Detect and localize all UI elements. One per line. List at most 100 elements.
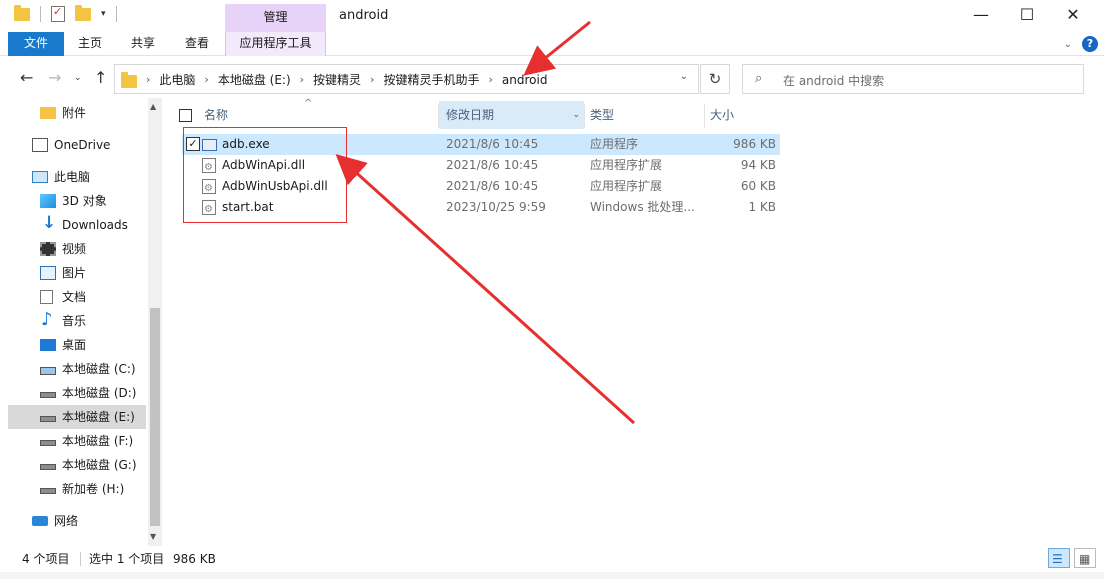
documents-icon [40, 290, 53, 304]
nav-item-drive-e[interactable]: 本地磁盘 (E:) [8, 405, 146, 429]
nav-item-label: Downloads [62, 218, 128, 232]
ribbon-controls: ⌄ ? [1064, 36, 1098, 52]
nav-item-drive-h[interactable]: 新加卷 (H:) [8, 477, 146, 501]
breadcrumb-separator-icon[interactable]: › [479, 73, 501, 86]
manage-tab[interactable]: 管理 [225, 4, 326, 32]
search-input[interactable]: ⌕ 在 android 中搜索 [742, 64, 1084, 94]
column-divider[interactable] [584, 104, 585, 128]
3d-objects-icon [40, 194, 56, 208]
breadcrumb-separator-icon[interactable]: › [137, 73, 159, 86]
breadcrumb-mobile-assistant[interactable]: 按键精灵手机助手 [383, 71, 479, 88]
breadcrumb-this-pc[interactable]: 此电脑 [159, 71, 195, 88]
nav-item-this-pc[interactable]: 此电脑 [8, 165, 146, 189]
folder-icon [14, 4, 30, 21]
nav-scrollbar[interactable]: ▲ ▼ [148, 98, 162, 546]
nav-item-drive-c[interactable]: 本地磁盘 (C:) [8, 357, 146, 381]
scroll-up-icon[interactable]: ▲ [150, 102, 156, 111]
nav-item-desktop[interactable]: 桌面 [8, 333, 146, 357]
nav-item-pictures[interactable]: 图片 [8, 261, 146, 285]
file-type: Windows 批处理... [590, 200, 695, 214]
nav-item-label: 附件 [62, 106, 87, 120]
column-header-size[interactable]: 大小 [710, 101, 780, 129]
file-size: 60 KB [740, 179, 776, 193]
video-icon [40, 242, 56, 256]
nav-item-documents[interactable]: 文档 [8, 285, 146, 309]
nav-item-downloads[interactable]: Downloads [8, 211, 146, 237]
quick-access-toolbar: ▾ [14, 4, 117, 22]
nav-item-videos[interactable]: 视频 [8, 237, 146, 261]
breadcrumb-android[interactable]: android [502, 73, 548, 87]
music-icon [40, 308, 56, 332]
search-icon: ⌕ [755, 71, 763, 86]
nav-item-3d-objects[interactable]: 3D 对象 [8, 189, 146, 213]
nav-item-label: 桌面 [62, 338, 87, 352]
nav-item-attachments[interactable]: 附件 [8, 101, 146, 125]
customize-toolbar-chevron-icon[interactable]: ▾ [101, 9, 106, 19]
tab-view[interactable]: 查看 [172, 32, 222, 56]
nav-item-music[interactable]: 音乐 [8, 308, 146, 333]
recent-locations-chevron-icon[interactable]: ⌄ [74, 73, 82, 83]
drive-icon [40, 416, 56, 422]
breadcrumb-separator-icon[interactable]: › [361, 73, 383, 86]
column-header-type[interactable]: 类型 [590, 101, 700, 129]
file-size: 94 KB [740, 158, 776, 172]
address-history-chevron-icon[interactable]: ⌄ [680, 71, 688, 82]
nav-item-drive-d[interactable]: 本地磁盘 (D:) [8, 381, 146, 405]
tab-file[interactable]: 文件 [8, 32, 64, 56]
breadcrumb-drive-e[interactable]: 本地磁盘 (E:) [218, 71, 291, 88]
expand-ribbon-chevron-icon[interactable]: ⌄ [1064, 39, 1072, 50]
drive-icon [40, 392, 56, 398]
nav-item-label: 网络 [54, 514, 79, 528]
nav-item-drive-g[interactable]: 本地磁盘 (G:) [8, 453, 146, 477]
breadcrumb-anjianjingling[interactable]: 按键精灵 [313, 71, 361, 88]
network-icon [32, 516, 48, 526]
up-button[interactable]: ↑ [94, 68, 107, 87]
nav-item-onedrive[interactable]: OneDrive [8, 133, 146, 157]
navigation-bar: ← → ⌄ ↑ › 此电脑 › 本地磁盘 (E:) › 按键精灵 › 按键精灵手… [0, 60, 1104, 96]
file-type: 应用程序扩展 [590, 158, 663, 172]
file-type: 应用程序扩展 [590, 179, 663, 193]
file-type: 应用程序 [590, 137, 639, 151]
nav-item-label: 文档 [62, 290, 87, 304]
column-divider[interactable] [704, 104, 705, 128]
column-header-label: 修改日期 [446, 108, 495, 122]
drive-c-icon [40, 367, 56, 375]
tab-application-tools[interactable]: 应用程序工具 [225, 32, 326, 56]
downloads-icon [40, 211, 56, 235]
nav-item-label: 3D 对象 [62, 194, 107, 208]
address-bar[interactable]: › 此电脑 › 本地磁盘 (E:) › 按键精灵 › 按键精灵手机助手 › an… [114, 64, 699, 94]
select-all-checkbox[interactable] [179, 109, 192, 122]
back-button[interactable]: ← [20, 68, 33, 87]
nav-item-label: 视频 [62, 242, 87, 256]
large-icons-view-button[interactable]: ▦ [1074, 548, 1096, 568]
help-icon[interactable]: ? [1082, 36, 1098, 52]
minimize-button[interactable]: — [958, 0, 1004, 30]
breadcrumb-separator-icon[interactable]: › [195, 73, 217, 86]
window-title: android [339, 8, 389, 23]
refresh-button[interactable]: ↻ [700, 64, 730, 94]
nav-item-label: OneDrive [54, 138, 111, 152]
scrollbar-thumb[interactable] [150, 308, 160, 526]
selection-size: 986 KB [173, 552, 216, 566]
nav-item-label: 音乐 [62, 314, 87, 328]
ribbon-tabs: 文件 主页 共享 查看 应用程序工具 ⌄ ? [0, 32, 1104, 56]
tab-share[interactable]: 共享 [118, 32, 168, 56]
column-header-modified[interactable]: 修改日期 ⌄ [439, 101, 584, 129]
drive-icon [40, 488, 56, 494]
nav-item-label: 新加卷 (H:) [62, 482, 125, 496]
nav-item-network[interactable]: 网络 [8, 509, 146, 533]
properties-icon[interactable] [51, 5, 65, 22]
maximize-button[interactable]: ☐ [1004, 0, 1050, 30]
details-view-button[interactable]: ☰ [1048, 548, 1070, 568]
folder-icon [121, 71, 137, 88]
tab-home[interactable]: 主页 [66, 32, 114, 56]
breadcrumb-separator-icon[interactable]: › [291, 73, 313, 86]
nav-item-drive-f[interactable]: 本地磁盘 (F:) [8, 429, 146, 453]
new-folder-icon[interactable] [75, 4, 91, 21]
annotation-highlight-box [183, 127, 347, 223]
forward-button[interactable]: → [48, 68, 61, 87]
column-header-name[interactable]: 名称 [204, 101, 434, 129]
column-filter-chevron-icon[interactable]: ⌄ [572, 101, 580, 129]
close-button[interactable]: ✕ [1050, 0, 1096, 30]
scroll-down-icon[interactable]: ▼ [150, 532, 156, 541]
